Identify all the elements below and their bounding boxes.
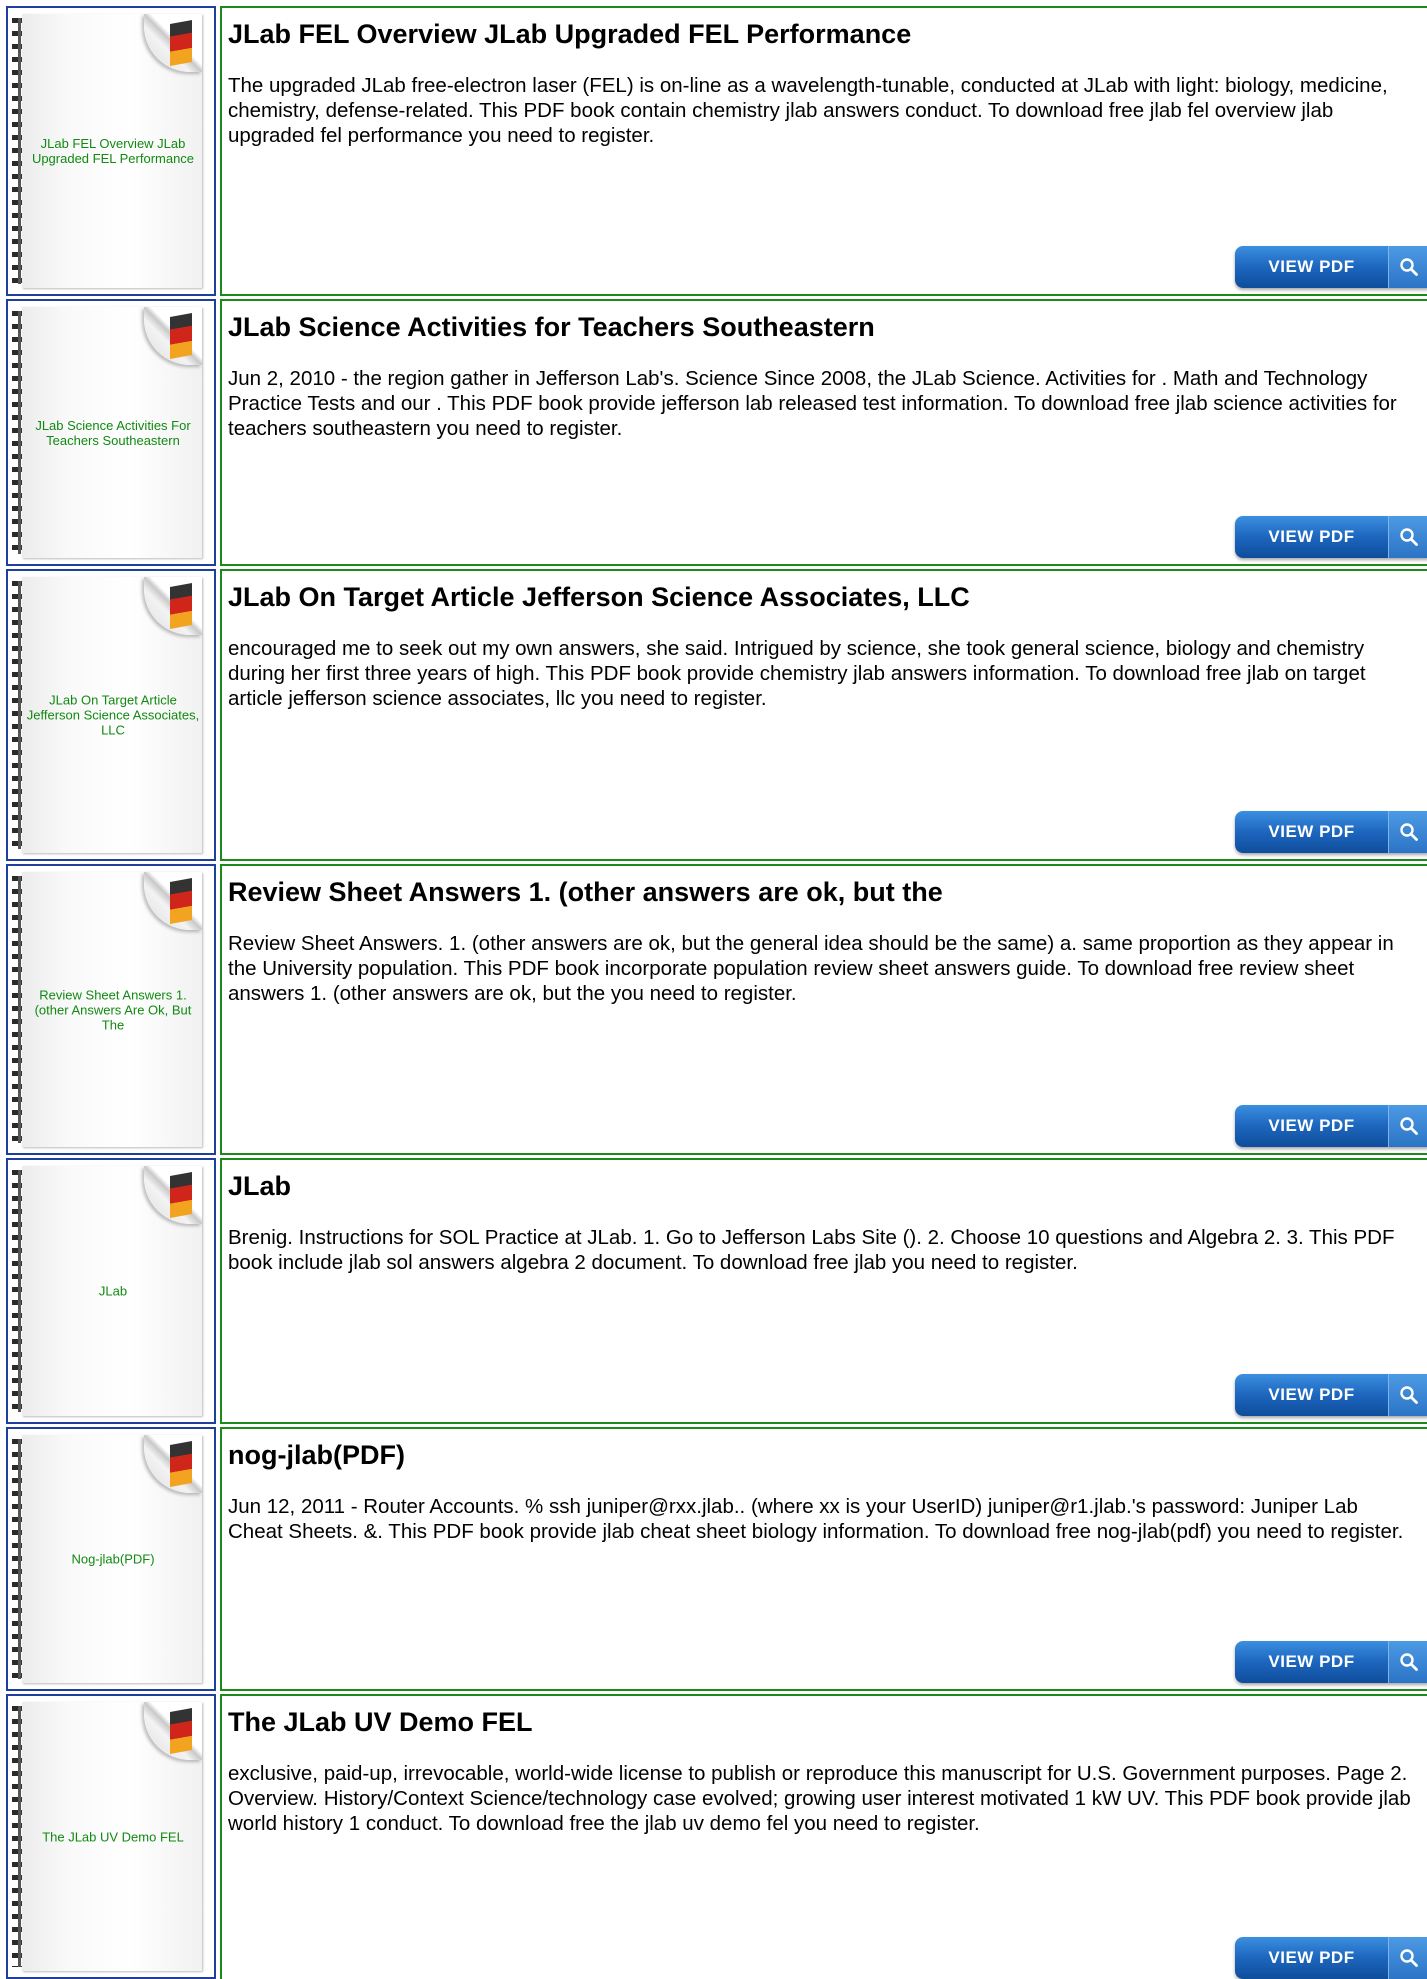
result-title[interactable]: JLab On Target Article Jefferson Science…: [228, 581, 970, 613]
book-thumbnail[interactable]: JLab Science Activities For Teachers Sou…: [6, 299, 216, 566]
view-pdf-label: VIEW PDF: [1268, 1385, 1355, 1404]
logo-stamp-icon: [170, 1172, 192, 1218]
search-icon: [1388, 516, 1427, 558]
view-pdf-button[interactable]: VIEW PDF: [1235, 1105, 1427, 1147]
search-icon: [1388, 811, 1427, 853]
result-description: Jun 2, 2010 - the region gather in Jeffe…: [228, 367, 1397, 440]
result-entry: Nog-jlab(PDF) nog-jlab(PDF) Jun 12, 2011…: [6, 1427, 1427, 1691]
result-title[interactable]: JLab FEL Overview JLab Upgraded FEL Perf…: [228, 18, 911, 50]
result-card: nog-jlab(PDF) Jun 12, 2011 - Router Acco…: [220, 1427, 1427, 1691]
book-thumbnail[interactable]: JLab FEL Overview JLab Upgraded FEL Perf…: [6, 6, 216, 296]
result-title[interactable]: JLab: [228, 1170, 291, 1202]
view-pdf-label: VIEW PDF: [1268, 257, 1355, 276]
result-card: JLab FEL Overview JLab Upgraded FEL Perf…: [220, 6, 1427, 296]
search-icon: [1388, 1105, 1427, 1147]
result-entry: JLab On Target Article Jefferson Science…: [6, 569, 1427, 861]
book-thumbnail[interactable]: The JLab UV Demo FEL: [6, 1694, 216, 1979]
result-card: The JLab UV Demo FEL exclusive, paid-up,…: [220, 1694, 1427, 1979]
result-description: Brenig. Instructions for SOL Practice at…: [228, 1226, 1395, 1274]
result-card: Review Sheet Answers 1. (other answers a…: [220, 864, 1427, 1155]
book-thumbnail[interactable]: JLab: [6, 1158, 216, 1424]
view-pdf-button[interactable]: VIEW PDF: [1235, 246, 1427, 288]
view-pdf-label: VIEW PDF: [1268, 1652, 1355, 1671]
result-entry: JLab Science Activities For Teachers Sou…: [6, 299, 1427, 566]
logo-stamp-icon: [170, 878, 192, 924]
result-entry: The JLab UV Demo FEL The JLab UV Demo FE…: [6, 1694, 1427, 1979]
view-pdf-label: VIEW PDF: [1268, 527, 1355, 546]
thumbnail-title: Nog-jlab(PDF): [71, 1551, 155, 1567]
search-icon: [1388, 1374, 1427, 1416]
result-entry: JLab FEL Overview JLab Upgraded FEL Perf…: [6, 6, 1427, 296]
thumbnail-title: Review Sheet Answers 1. (other Answers A…: [34, 987, 192, 1032]
logo-stamp-icon: [170, 20, 192, 66]
result-card: JLab Brenig. Instructions for SOL Practi…: [220, 1158, 1427, 1424]
logo-stamp-icon: [170, 583, 192, 629]
logo-stamp-icon: [170, 1441, 192, 1487]
view-pdf-label: VIEW PDF: [1268, 1948, 1355, 1967]
result-entry: Review Sheet Answers 1. (other Answers A…: [6, 864, 1427, 1155]
result-title[interactable]: nog-jlab(PDF): [228, 1439, 405, 1471]
thumbnail-title: JLab Science Activities For Teachers Sou…: [35, 417, 191, 448]
logo-stamp-icon: [170, 1708, 192, 1754]
result-title[interactable]: The JLab UV Demo FEL: [228, 1706, 533, 1738]
search-icon: [1388, 246, 1427, 288]
result-title[interactable]: Review Sheet Answers 1. (other answers a…: [228, 876, 943, 908]
result-description: Review Sheet Answers. 1. (other answers …: [228, 932, 1394, 1005]
book-thumbnail[interactable]: Review Sheet Answers 1. (other Answers A…: [6, 864, 216, 1155]
result-description: Jun 12, 2011 - Router Accounts. % ssh ju…: [228, 1495, 1404, 1543]
book-thumbnail[interactable]: JLab On Target Article Jefferson Science…: [6, 569, 216, 861]
result-description: The upgraded JLab free-electron laser (F…: [228, 74, 1388, 147]
view-pdf-button[interactable]: VIEW PDF: [1235, 811, 1427, 853]
thumbnail-title: JLab On Target Article Jefferson Science…: [26, 692, 200, 738]
result-card: JLab Science Activities for Teachers Sou…: [220, 299, 1427, 566]
view-pdf-button[interactable]: VIEW PDF: [1235, 516, 1427, 558]
search-icon: [1388, 1641, 1427, 1683]
view-pdf-button[interactable]: VIEW PDF: [1235, 1374, 1427, 1416]
result-entry: JLab JLab Brenig. Instructions for SOL P…: [6, 1158, 1427, 1424]
search-icon: [1388, 1937, 1427, 1979]
result-title[interactable]: JLab Science Activities for Teachers Sou…: [228, 311, 875, 343]
thumbnail-title: The JLab UV Demo FEL: [42, 1829, 184, 1844]
view-pdf-button[interactable]: VIEW PDF: [1235, 1937, 1427, 1979]
view-pdf-label: VIEW PDF: [1268, 1116, 1355, 1135]
thumbnail-title: JLab: [98, 1283, 128, 1299]
thumbnail-title: JLab FEL Overview JLab Upgraded FEL Perf…: [31, 136, 195, 166]
pdf-result-list: JLab FEL Overview JLab Upgraded FEL Perf…: [0, 0, 1427, 1979]
view-pdf-label: VIEW PDF: [1268, 822, 1355, 841]
result-card: JLab On Target Article Jefferson Science…: [220, 569, 1427, 861]
result-description: exclusive, paid-up, irrevocable, world-w…: [228, 1762, 1411, 1835]
view-pdf-button[interactable]: VIEW PDF: [1235, 1641, 1427, 1683]
result-description: encouraged me to seek out my own answers…: [228, 637, 1366, 710]
logo-stamp-icon: [170, 313, 192, 359]
book-thumbnail[interactable]: Nog-jlab(PDF): [6, 1427, 216, 1691]
